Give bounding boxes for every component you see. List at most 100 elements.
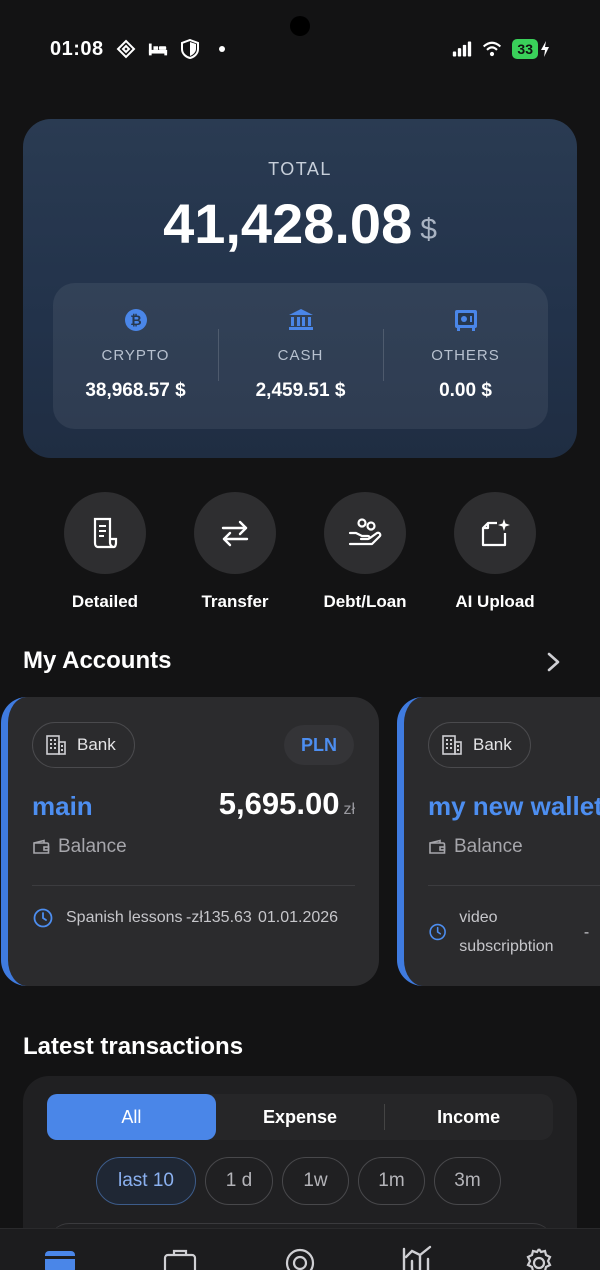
transaction-type-filter: All Expense Income — [47, 1094, 553, 1140]
action-detailed[interactable]: Detailed — [40, 492, 170, 612]
status-left: 01:08 — [50, 38, 232, 61]
charging-icon — [541, 41, 549, 57]
action-debt-loan-label: Debt/Loan — [323, 592, 407, 611]
wallet-icon — [33, 839, 50, 854]
front-camera — [290, 16, 310, 36]
account-amount: 5,695.00 zł — [219, 786, 355, 822]
chevron-right-icon[interactable] — [543, 651, 563, 673]
transfer-arrows-icon — [221, 520, 249, 547]
hand-coins-icon — [348, 518, 382, 546]
account-card[interactable]: Bank my new wallet Balance video subscri… — [397, 697, 600, 986]
period-3m[interactable]: 3m — [434, 1157, 501, 1205]
action-transfer-label: Transfer — [201, 592, 269, 611]
building-icon — [442, 735, 462, 755]
period-filter: last 10 1 d 1w 1m 3m — [96, 1157, 501, 1205]
action-detailed-label: Detailed — [71, 592, 139, 611]
total-label: TOTAL — [268, 159, 332, 179]
action-transfer-button[interactable] — [194, 492, 276, 574]
status-bar: 01:08 33 — [50, 34, 550, 64]
receipt-icon — [93, 517, 118, 549]
account-type-tag: Bank — [32, 722, 135, 768]
filter-income[interactable]: Income — [384, 1094, 553, 1140]
account-amount-currency: zł — [343, 801, 355, 818]
account-name: my new wallet — [428, 791, 600, 821]
action-ai-upload[interactable]: AI Upload — [430, 492, 560, 612]
action-ai-upload-label: AI Upload — [455, 592, 535, 611]
total-amount: 41,428.08 $ — [23, 191, 577, 256]
notification-dot-icon — [212, 39, 232, 59]
filter-expense[interactable]: Expense — [216, 1094, 385, 1140]
my-accounts-title: My Accounts — [23, 647, 172, 674]
nav-statistics-icon[interactable] — [401, 1239, 435, 1270]
divider — [428, 885, 600, 886]
balance-breakdown: ₿ CRYPTO 38,968.57 $ CASH 2,459.51 $ OTH… — [53, 283, 548, 429]
latest-transactions-title: Latest transactions — [23, 1033, 244, 1060]
account-currency-tag: PLN — [284, 725, 354, 765]
account-card[interactable]: Bank PLN main 5,695.00 zł Balance Spanish… — [1, 697, 379, 986]
account-balance: Balance — [428, 836, 523, 858]
action-transfer[interactable]: Transfer — [170, 492, 300, 612]
account-amount-value: 5,695.00 — [218, 786, 340, 821]
breakdown-others-label: OTHERS — [431, 347, 500, 364]
transaction-date: 01.01.2026 — [258, 908, 339, 926]
clock-icon — [33, 908, 53, 927]
breakdown-cash-label: CASH — [277, 347, 324, 364]
period-1m[interactable]: 1m — [358, 1157, 425, 1205]
breakdown-cash-value: 2,459.51 $ — [255, 380, 346, 401]
breakdown-others-value: 0.00 $ — [439, 380, 492, 401]
quick-actions: Detailed Transfer Debt/Loan AI Upload — [40, 492, 560, 612]
transaction-amount: -zł135.63 — [186, 909, 252, 926]
account-balance-label: Balance — [58, 836, 127, 857]
battery-level: 33 — [512, 39, 538, 59]
bitcoin-icon: ₿ — [123, 307, 149, 333]
building-icon — [46, 735, 66, 755]
total-amount-currency: $ — [420, 213, 437, 246]
nav-briefcase-icon[interactable] — [163, 1239, 197, 1270]
period-1w[interactable]: 1w — [282, 1157, 349, 1205]
breakdown-crypto[interactable]: ₿ CRYPTO 38,968.57 $ — [53, 283, 218, 429]
account-balance: Balance — [32, 836, 127, 858]
account-type-label: Bank — [77, 735, 116, 754]
breakdown-cash[interactable]: CASH 2,459.51 $ — [218, 283, 383, 429]
filter-all[interactable]: All — [47, 1094, 216, 1140]
action-ai-upload-button[interactable] — [454, 492, 536, 574]
account-name: main — [32, 791, 93, 821]
transaction-amount: - — [583, 923, 590, 941]
clock-icon — [429, 923, 446, 941]
period-last-10[interactable]: last 10 — [96, 1157, 196, 1205]
ai-upload-icon — [481, 519, 510, 547]
action-debt-loan-button[interactable] — [324, 492, 406, 574]
nav-target-icon[interactable] — [283, 1239, 317, 1270]
status-time: 01:08 — [50, 37, 104, 60]
bottom-navigation — [0, 1228, 600, 1270]
nav-settings-icon[interactable] — [522, 1239, 556, 1270]
wifi-icon — [482, 39, 502, 59]
safe-icon — [453, 307, 479, 333]
nav-cards-icon[interactable] — [43, 1239, 77, 1270]
status-right: 33 — [452, 39, 550, 59]
account-type-tag: Bank — [428, 722, 531, 768]
battery-indicator: 33 — [512, 39, 550, 59]
transaction-description: Spanish lessons — [66, 909, 183, 926]
account-last-transaction[interactable]: video subscripbtion - — [428, 903, 600, 961]
bank-icon — [288, 307, 314, 333]
breakdown-others[interactable]: OTHERS 0.00 $ — [383, 283, 548, 429]
account-type-label: Bank — [473, 735, 512, 754]
account-balance-label: Balance — [454, 836, 523, 857]
divider — [32, 885, 355, 886]
app-screen: 01:08 33 TOTAL 41,428.08 $ ₿ CRYPTO 38,9… — [0, 0, 600, 1270]
wallet-icon — [429, 839, 446, 854]
signal-icon — [452, 39, 472, 59]
transaction-description: video subscripbtion — [459, 909, 554, 955]
svg-text:₿: ₿ — [130, 313, 141, 329]
breakdown-crypto-label: CRYPTO — [101, 347, 170, 364]
action-detailed-button[interactable] — [64, 492, 146, 574]
total-balance-card[interactable]: TOTAL 41,428.08 $ ₿ CRYPTO 38,968.57 $ CA… — [23, 119, 577, 458]
period-1d[interactable]: 1 d — [205, 1157, 273, 1205]
bed-icon — [148, 39, 168, 59]
total-amount-value: 41,428.08 — [163, 192, 413, 255]
binance-icon — [116, 39, 136, 59]
segment-divider — [384, 1104, 385, 1130]
action-debt-loan[interactable]: Debt/Loan — [300, 492, 430, 612]
account-last-transaction[interactable]: Spanish lessons -zł135.63 01.01.2026 — [32, 903, 355, 932]
